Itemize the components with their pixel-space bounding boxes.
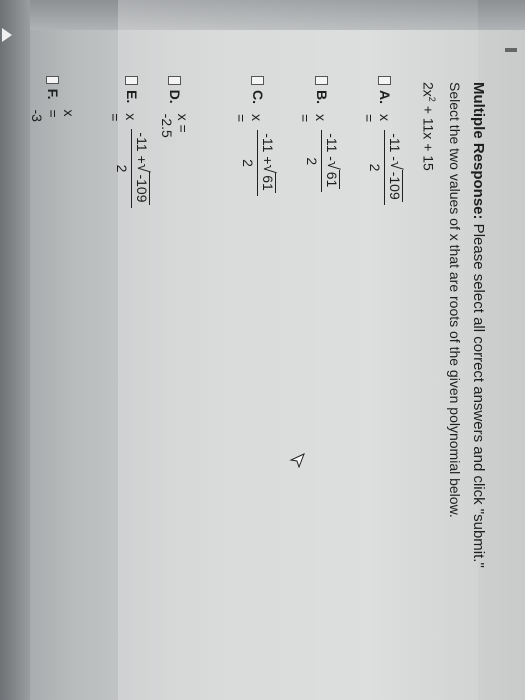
option-c-sqrt: √ 61 (260, 164, 277, 193)
option-e-denominator: 2 (114, 164, 130, 173)
option-a-fraction: -11 - √ -109 2 (367, 130, 404, 205)
option-c-eq: x = (233, 114, 265, 123)
poly-lead: 2x (420, 82, 437, 97)
option-c-denominator: 2 (240, 159, 256, 167)
option-c-letter: C. (250, 90, 266, 105)
checkbox-c[interactable] (251, 76, 265, 86)
option-a-letter: A. (377, 90, 393, 105)
polynomial: 2x2 + 11x + 15 (420, 82, 437, 171)
option-a-num-prefix: -11 - (387, 133, 403, 161)
checkbox-b[interactable] (315, 76, 329, 86)
checkbox-a[interactable] (378, 76, 392, 86)
option-a-sqrt: √ -109 (387, 160, 404, 202)
option-d-letter: D. (167, 89, 183, 104)
option-b-eq: x = (297, 114, 329, 123)
option-e-fraction: -11 + √ -109 2 (114, 129, 151, 208)
screen-frame: Multiple Response: Please select all cor… (0, 0, 525, 700)
checkbox-f[interactable] (46, 76, 60, 84)
option-d-eq: x = -2.5 (159, 113, 191, 138)
option-f-letter: F. (45, 88, 61, 100)
option-c[interactable]: C. x = -11 + √ 61 2 (233, 76, 283, 196)
option-b-numerator: -11 - √ 61 (321, 130, 341, 193)
poly-tail: + 11x + 15 (420, 101, 437, 171)
option-c-numerator: -11 + √ 61 (257, 130, 277, 196)
option-e-letter: E. (124, 90, 140, 104)
question-title: Multiple Response: Please select all cor… (470, 82, 487, 568)
title-rest: Please select all correct answers and cl… (470, 219, 487, 568)
option-b[interactable]: B. x = -11 - √ 61 2 (297, 76, 347, 193)
option-e-num-prefix: -11 + (134, 132, 150, 164)
option-a-numerator: -11 - √ -109 (384, 130, 404, 205)
option-c-fraction: -11 + √ 61 2 (240, 130, 277, 196)
option-a-radicand: -109 (387, 169, 403, 202)
option-e-numerator: -11 + √ -109 (131, 129, 151, 208)
option-f-eq: x = -3 (29, 109, 77, 122)
option-b-letter: B. (314, 90, 330, 105)
option-b-radicand: 61 (324, 169, 340, 190)
question-instruction: Select the two values of x that are root… (447, 82, 463, 518)
option-f[interactable]: F. x = -3 (29, 76, 77, 127)
option-e-eq: x = (107, 113, 139, 122)
option-e-sqrt: √ -109 (134, 163, 151, 205)
option-c-radicand: 61 (260, 173, 276, 193)
option-a-denominator: 2 (367, 163, 383, 172)
option-d[interactable]: D. x = -2.5 (159, 76, 191, 142)
option-b-num-prefix: -11 - (324, 133, 340, 161)
checkbox-d[interactable] (168, 76, 182, 85)
title-bold: Multiple Response: (470, 82, 487, 220)
option-a[interactable]: A. x = -11 - √ -109 2 (361, 76, 409, 205)
option-b-sqrt: √ 61 (324, 160, 341, 190)
option-c-num-prefix: -11 + (260, 133, 276, 165)
mouse-cursor-icon (289, 453, 305, 468)
sqrt-icon: √ (134, 163, 151, 173)
option-b-denominator: 2 (304, 157, 320, 166)
option-e[interactable]: E. x = -11 + √ -109 2 (107, 76, 157, 208)
left-rail (0, 0, 30, 700)
sqrt-icon: √ (324, 160, 341, 170)
scroll-mark (505, 48, 517, 52)
option-a-eq: x = (361, 114, 393, 123)
option-b-fraction: -11 - √ 61 2 (304, 130, 341, 193)
sqrt-icon: √ (260, 164, 277, 174)
option-e-radicand: -109 (134, 172, 150, 205)
sqrt-icon: √ (387, 160, 404, 170)
checkbox-e[interactable] (125, 76, 139, 86)
back-arrow-icon[interactable] (2, 28, 12, 42)
